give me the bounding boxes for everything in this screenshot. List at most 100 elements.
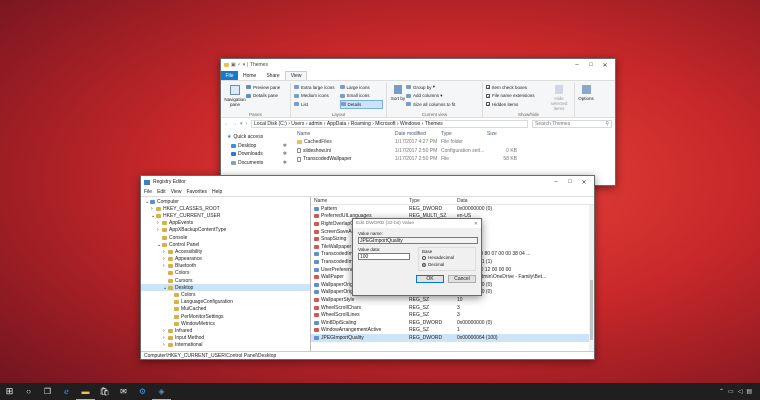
layout-medium-icons[interactable]: Medium icons <box>294 92 338 101</box>
breadcrumb[interactable]: Local Disk (C:) › Users › admin › AppDat… <box>251 119 528 128</box>
layout-list[interactable]: List <box>294 100 338 109</box>
tree-node[interactable]: › HKEY_CLASSES_ROOT <box>141 205 310 212</box>
tree-node[interactable]: › Bluetooth <box>141 263 310 270</box>
tree-node[interactable]: MuiCached <box>141 306 310 313</box>
layout-small-icons[interactable]: Small icons <box>339 92 384 101</box>
recent-locations-icon[interactable]: ▾ <box>240 121 243 127</box>
layout-details[interactable]: Details <box>339 100 383 109</box>
tree-node[interactable]: › Accessibility <box>141 248 310 255</box>
tab-view[interactable]: View <box>284 71 308 80</box>
value-row[interactable]: WindowArrangementActive REG_SZ 1 <box>311 327 594 335</box>
search-input[interactable]: Search Themes ⚲ <box>532 119 612 128</box>
mail-icon[interactable]: ✉ <box>114 383 133 400</box>
forward-icon[interactable]: → <box>232 121 237 127</box>
maximize-button[interactable]: □ <box>584 59 598 71</box>
file-row[interactable]: CachedFiles 1/17/2017 4:27 PM File folde… <box>297 138 615 147</box>
tree-node[interactable]: LanguageConfiguration <box>141 299 310 306</box>
minimize-button[interactable]: – <box>549 176 563 188</box>
tree-node[interactable]: › AppEvents <box>141 220 310 227</box>
app-icon[interactable]: ⚙ <box>133 383 152 400</box>
details-pane-button[interactable]: Details pane <box>246 92 287 101</box>
file-row[interactable]: TranscodedWallpaper 1/17/2017 2:50 PM Fi… <box>297 155 615 164</box>
preview-pane-button[interactable]: Preview pane <box>246 83 287 92</box>
tree-node[interactable]: › AppXBackupContentType <box>141 227 310 234</box>
breadcrumb-item[interactable]: AppData <box>327 121 346 127</box>
maximize-button[interactable]: □ <box>563 176 577 188</box>
file-row[interactable]: slideshow.ini 1/17/2017 2:50 PM Configur… <box>297 147 615 156</box>
task-view-icon[interactable]: ❐ <box>38 383 57 400</box>
menu-view[interactable]: View <box>171 189 182 195</box>
tree-node[interactable]: ⌄ Control Panel <box>141 241 310 248</box>
column-header-type[interactable]: Type <box>409 198 457 204</box>
registry-editor-icon[interactable]: ◈ <box>152 383 171 400</box>
tree-node[interactable]: Console <box>141 234 310 241</box>
scrollbar-thumb[interactable] <box>590 280 593 340</box>
tab-file[interactable]: File <box>221 71 238 80</box>
tree-node[interactable]: Colors <box>141 291 310 298</box>
up-icon[interactable]: ↑ <box>246 121 249 127</box>
value-row[interactable]: Pattern REG_DWORD 0x00000000 (0) <box>311 205 594 213</box>
tree-node[interactable]: › Appearance <box>141 256 310 263</box>
volume-icon[interactable]: ◁ <box>738 388 743 395</box>
breadcrumb-item[interactable]: Local Disk (C:) <box>254 121 287 127</box>
menu-help[interactable]: Help <box>212 189 222 195</box>
start-button[interactable]: ⊞ <box>0 383 19 400</box>
file-name-extensions-toggle[interactable]: ✓ File name extensions <box>486 92 547 101</box>
breadcrumb-item[interactable]: admin <box>309 121 323 127</box>
quick-access-toolbar[interactable]: ▣ ✓ ▾ | <box>231 62 248 68</box>
layout-extra-large-icons[interactable]: Extra large icons <box>294 83 338 92</box>
quick-access-item-documents[interactable]: Documents ✱ <box>227 159 291 168</box>
cortana-icon[interactable]: ○ <box>19 383 38 400</box>
tree-node[interactable]: PerMonitorSettings <box>141 313 310 320</box>
breadcrumb-item[interactable]: Users <box>291 121 304 127</box>
network-icon[interactable]: ▭ <box>728 388 734 395</box>
tree-node[interactable]: ⌄ Computer <box>141 198 310 205</box>
tab-home[interactable]: Home <box>238 73 261 79</box>
column-header-type[interactable]: Type <box>441 131 487 137</box>
value-row[interactable]: WallpaperStyle REG_SZ 10 <box>311 296 594 304</box>
column-header-data[interactable]: Data <box>457 198 577 204</box>
item-check-boxes-toggle[interactable]: ✓ Item check boxes <box>486 83 547 92</box>
breadcrumb-item[interactable]: Windows <box>400 121 420 127</box>
hidden-items-toggle[interactable]: ✓ Hidden items <box>486 100 547 109</box>
breadcrumb-item[interactable]: Roaming <box>351 121 371 127</box>
close-icon[interactable]: ✕ <box>474 221 478 227</box>
tree-node[interactable]: Colors <box>141 270 310 277</box>
minimize-button[interactable]: – <box>570 59 584 71</box>
column-header-date[interactable]: Date modified <box>395 131 441 137</box>
value-row[interactable]: WheelScrollChars REG_SZ 3 <box>311 304 594 312</box>
tree-node[interactable]: › International <box>141 342 310 349</box>
quick-access-header[interactable]: ★ Quick access <box>227 133 291 142</box>
size-columns-button[interactable]: Size all columns to fit <box>406 100 479 109</box>
column-header-size[interactable]: Size <box>487 131 517 137</box>
tree-node[interactable]: ⌄ HKEY_CURRENT_USER <box>141 212 310 219</box>
close-button[interactable]: ✕ <box>598 59 612 71</box>
file-explorer-icon[interactable]: ▬ <box>76 383 95 400</box>
chevron-up-icon[interactable]: ⌃ <box>719 388 724 395</box>
column-header-name[interactable]: Name <box>314 198 409 204</box>
group-by-button[interactable]: Group by ▾ <box>406 83 479 92</box>
menu-file[interactable]: File <box>144 189 152 195</box>
menu-favorites[interactable]: Favorites <box>186 189 207 195</box>
value-row[interactable]: WheelScrollLines REG_SZ 3 <box>311 311 594 319</box>
column-header-name[interactable]: Name <box>297 131 395 137</box>
radio-decimal[interactable]: Decimal <box>422 261 472 268</box>
radio-hexadecimal[interactable]: Hexadecimal <box>422 254 472 261</box>
close-button[interactable]: ✕ <box>577 176 591 188</box>
tree-node[interactable]: › Infrared <box>141 327 310 334</box>
value-row[interactable]: JPEGImportQuality REG_DWORD 0x00000064 (10… <box>311 334 594 342</box>
layout-large-icons[interactable]: Large icons <box>339 83 384 92</box>
cancel-button[interactable]: Cancel <box>448 275 476 283</box>
back-icon[interactable]: ← <box>224 121 229 127</box>
tree-node[interactable]: Cursors <box>141 277 310 284</box>
menu-edit[interactable]: Edit <box>157 189 166 195</box>
ok-button[interactable]: OK <box>416 275 444 283</box>
add-columns-button[interactable]: Add columns ▾ <box>406 92 479 101</box>
notification-icon[interactable]: ▤ <box>746 388 752 395</box>
value-data-field[interactable]: 100 <box>358 253 410 260</box>
tree-node-selected[interactable]: ⌄ Desktop <box>141 284 310 292</box>
tree-node[interactable]: WindowMetrics <box>141 320 310 327</box>
options-button[interactable]: Options <box>575 83 597 117</box>
value-row[interactable]: Win8DpiScaling REG_DWORD 0x00000000 (0) <box>311 319 594 327</box>
tab-share[interactable]: Share <box>261 73 284 79</box>
